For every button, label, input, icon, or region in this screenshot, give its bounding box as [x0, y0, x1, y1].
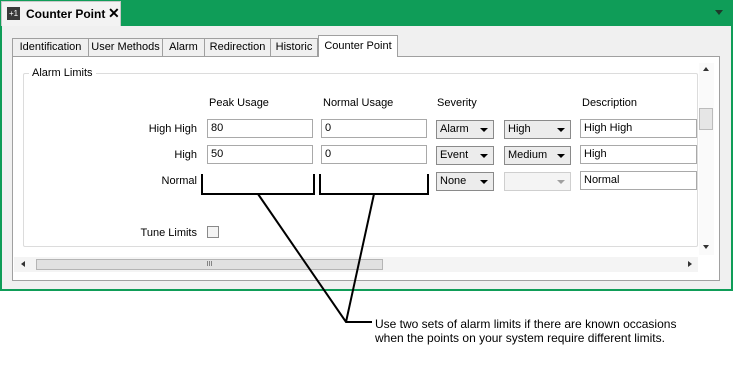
normal-usage-bracket [319, 174, 429, 195]
peak-usage-bracket [201, 174, 315, 195]
callout-line-peak [257, 193, 372, 323]
callout-line-normal [345, 193, 375, 323]
tab-counter-point[interactable]: Counter Point [318, 35, 398, 57]
callout-text: Use two sets of alarm limits if there ar… [375, 317, 677, 345]
